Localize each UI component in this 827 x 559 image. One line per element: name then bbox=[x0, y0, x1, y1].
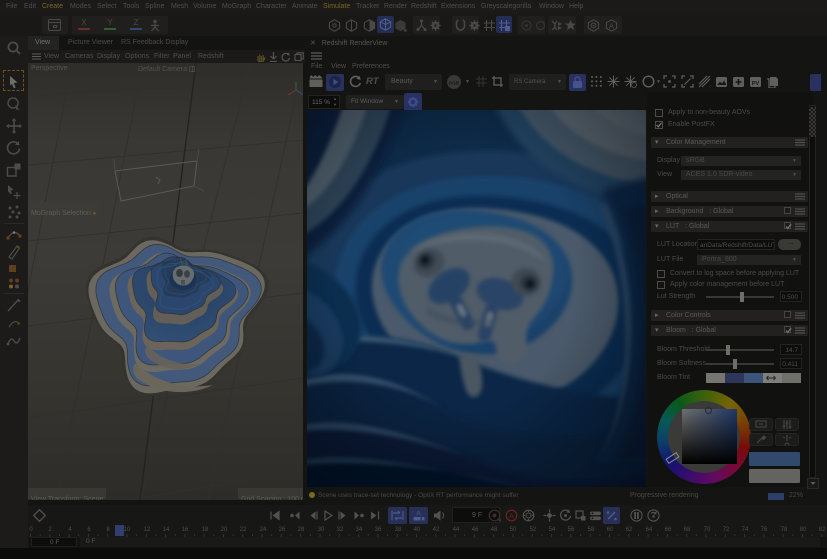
svg-text:A: A bbox=[609, 21, 614, 30]
svg-text:A: A bbox=[509, 511, 514, 520]
svg-text:A: A bbox=[416, 511, 421, 518]
svg-text:RGB: RGB bbox=[449, 80, 460, 85]
svg-text:PV: PV bbox=[752, 81, 760, 87]
